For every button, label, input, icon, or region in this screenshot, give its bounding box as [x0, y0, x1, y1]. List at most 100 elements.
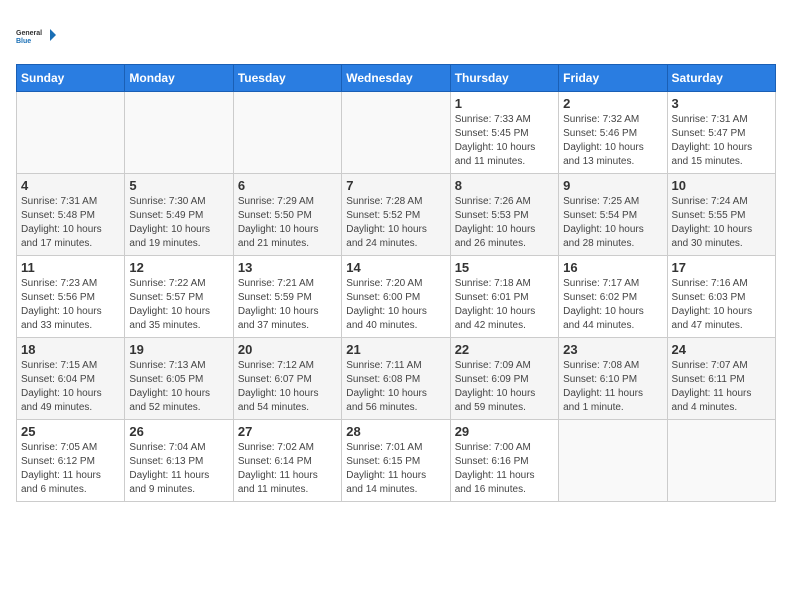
day-number: 23 — [563, 342, 662, 357]
week-row-1: 1 Sunrise: 7:33 AM Sunset: 5:45 PM Daylig… — [17, 92, 776, 174]
day-number: 16 — [563, 260, 662, 275]
day-info: Sunrise: 7:00 AM Sunset: 6:16 PM Dayligh… — [455, 441, 554, 497]
day-info: Sunrise: 7:23 AM Sunset: 5:56 PM Dayligh… — [21, 277, 120, 333]
day-number: 15 — [455, 260, 554, 275]
calendar-cell: 14 Sunrise: 7:20 AM Sunset: 6:00 PM Dayli… — [342, 256, 450, 338]
day-info: Sunrise: 7:30 AM Sunset: 5:49 PM Dayligh… — [129, 195, 228, 251]
day-number: 29 — [455, 424, 554, 439]
svg-text:General: General — [16, 30, 42, 37]
day-info: Sunrise: 7:11 AM Sunset: 6:08 PM Dayligh… — [346, 359, 445, 415]
day-info: Sunrise: 7:09 AM Sunset: 6:09 PM Dayligh… — [455, 359, 554, 415]
weekday-header-friday: Friday — [559, 65, 667, 92]
calendar-cell: 27 Sunrise: 7:02 AM Sunset: 6:14 PM Dayli… — [233, 420, 341, 502]
day-info: Sunrise: 7:25 AM Sunset: 5:54 PM Dayligh… — [563, 195, 662, 251]
day-info: Sunrise: 7:17 AM Sunset: 6:02 PM Dayligh… — [563, 277, 662, 333]
calendar-cell: 7Sunrise: 7:28 AM Sunset: 5:52 PM Daylig… — [342, 174, 450, 256]
day-info: Sunrise: 7:04 AM Sunset: 6:13 PM Dayligh… — [129, 441, 228, 497]
day-info: Sunrise: 7:15 AM Sunset: 6:04 PM Dayligh… — [21, 359, 120, 415]
calendar-cell: 5Sunrise: 7:30 AM Sunset: 5:49 PM Daylig… — [125, 174, 233, 256]
weekday-header-wednesday: Wednesday — [342, 65, 450, 92]
calendar-cell: 8 Sunrise: 7:26 AM Sunset: 5:53 PM Daylig… — [450, 174, 558, 256]
day-number: 4 — [21, 178, 120, 193]
calendar-cell: 1 Sunrise: 7:33 AM Sunset: 5:45 PM Daylig… — [450, 92, 558, 174]
day-info: Sunrise: 7:08 AM Sunset: 6:10 PM Dayligh… — [563, 359, 662, 415]
day-info: Sunrise: 7:32 AM Sunset: 5:46 PM Dayligh… — [563, 113, 662, 169]
calendar-cell: 22 Sunrise: 7:09 AM Sunset: 6:09 PM Dayli… — [450, 338, 558, 420]
day-number: 27 — [238, 424, 337, 439]
calendar-cell: 23 Sunrise: 7:08 AM Sunset: 6:10 PM Dayli… — [559, 338, 667, 420]
day-info: Sunrise: 7:02 AM Sunset: 6:14 PM Dayligh… — [238, 441, 337, 497]
calendar-cell: 28 Sunrise: 7:01 AM Sunset: 6:15 PM Dayli… — [342, 420, 450, 502]
day-info: Sunrise: 7:18 AM Sunset: 6:01 PM Dayligh… — [455, 277, 554, 333]
day-info: Sunrise: 7:21 AM Sunset: 5:59 PM Dayligh… — [238, 277, 337, 333]
calendar-cell: 4 Sunrise: 7:31 AM Sunset: 5:48 PM Daylig… — [17, 174, 125, 256]
calendar-cell — [342, 92, 450, 174]
day-info: Sunrise: 7:20 AM Sunset: 6:00 PM Dayligh… — [346, 277, 445, 333]
calendar-cell: 11 Sunrise: 7:23 AM Sunset: 5:56 PM Dayli… — [17, 256, 125, 338]
calendar-cell: 6 Sunrise: 7:29 AM Sunset: 5:50 PM Daylig… — [233, 174, 341, 256]
day-info: Sunrise: 7:07 AM Sunset: 6:11 PM Dayligh… — [672, 359, 771, 415]
calendar-cell: 21 Sunrise: 7:11 AM Sunset: 6:08 PM Dayli… — [342, 338, 450, 420]
logo-svg: General Blue — [16, 16, 56, 56]
day-number: 9 — [563, 178, 662, 193]
calendar-cell: 16 Sunrise: 7:17 AM Sunset: 6:02 PM Dayli… — [559, 256, 667, 338]
calendar-cell — [233, 92, 341, 174]
day-number: 24 — [672, 342, 771, 357]
page-header: General Blue — [16, 16, 776, 56]
day-number: 28 — [346, 424, 445, 439]
calendar-cell: 15 Sunrise: 7:18 AM Sunset: 6:01 PM Dayli… — [450, 256, 558, 338]
day-number: 13 — [238, 260, 337, 275]
day-number: 6 — [238, 178, 337, 193]
day-number: 1 — [455, 96, 554, 111]
day-number: 8 — [455, 178, 554, 193]
calendar-cell: 10 Sunrise: 7:24 AM Sunset: 5:55 PM Dayli… — [667, 174, 775, 256]
calendar-cell: 18Sunrise: 7:15 AM Sunset: 6:04 PM Dayli… — [17, 338, 125, 420]
calendar-cell: 13 Sunrise: 7:21 AM Sunset: 5:59 PM Dayli… — [233, 256, 341, 338]
calendar-cell: 19Sunrise: 7:13 AM Sunset: 6:05 PM Dayli… — [125, 338, 233, 420]
week-row-4: 18Sunrise: 7:15 AM Sunset: 6:04 PM Dayli… — [17, 338, 776, 420]
day-number: 22 — [455, 342, 554, 357]
day-info: Sunrise: 7:24 AM Sunset: 5:55 PM Dayligh… — [672, 195, 771, 251]
calendar-cell: 29 Sunrise: 7:00 AM Sunset: 6:16 PM Dayli… — [450, 420, 558, 502]
day-number: 21 — [346, 342, 445, 357]
weekday-header-monday: Monday — [125, 65, 233, 92]
calendar-table: SundayMondayTuesdayWednesdayThursdayFrid… — [16, 64, 776, 502]
calendar-cell: 25Sunrise: 7:05 AM Sunset: 6:12 PM Dayli… — [17, 420, 125, 502]
day-number: 26 — [129, 424, 228, 439]
calendar-cell — [667, 420, 775, 502]
calendar-cell: 3Sunrise: 7:31 AM Sunset: 5:47 PM Daylig… — [667, 92, 775, 174]
day-number: 10 — [672, 178, 771, 193]
day-info: Sunrise: 7:22 AM Sunset: 5:57 PM Dayligh… — [129, 277, 228, 333]
day-number: 11 — [21, 260, 120, 275]
day-info: Sunrise: 7:16 AM Sunset: 6:03 PM Dayligh… — [672, 277, 771, 333]
day-number: 20 — [238, 342, 337, 357]
weekday-header-sunday: Sunday — [17, 65, 125, 92]
day-number: 17 — [672, 260, 771, 275]
day-info: Sunrise: 7:29 AM Sunset: 5:50 PM Dayligh… — [238, 195, 337, 251]
calendar-cell — [125, 92, 233, 174]
day-info: Sunrise: 7:12 AM Sunset: 6:07 PM Dayligh… — [238, 359, 337, 415]
day-number: 3 — [672, 96, 771, 111]
day-number: 12 — [129, 260, 228, 275]
day-info: Sunrise: 7:33 AM Sunset: 5:45 PM Dayligh… — [455, 113, 554, 169]
calendar-cell: 26 Sunrise: 7:04 AM Sunset: 6:13 PM Dayli… — [125, 420, 233, 502]
weekday-header-tuesday: Tuesday — [233, 65, 341, 92]
day-number: 2 — [563, 96, 662, 111]
weekday-header-thursday: Thursday — [450, 65, 558, 92]
day-info: Sunrise: 7:01 AM Sunset: 6:15 PM Dayligh… — [346, 441, 445, 497]
week-row-3: 11 Sunrise: 7:23 AM Sunset: 5:56 PM Dayli… — [17, 256, 776, 338]
calendar-cell: 9 Sunrise: 7:25 AM Sunset: 5:54 PM Daylig… — [559, 174, 667, 256]
day-info: Sunrise: 7:13 AM Sunset: 6:05 PM Dayligh… — [129, 359, 228, 415]
day-info: Sunrise: 7:31 AM Sunset: 5:48 PM Dayligh… — [21, 195, 120, 251]
day-number: 25 — [21, 424, 120, 439]
calendar-cell: 17 Sunrise: 7:16 AM Sunset: 6:03 PM Dayli… — [667, 256, 775, 338]
day-info: Sunrise: 7:26 AM Sunset: 5:53 PM Dayligh… — [455, 195, 554, 251]
day-number: 14 — [346, 260, 445, 275]
weekday-header-row: SundayMondayTuesdayWednesdayThursdayFrid… — [17, 65, 776, 92]
logo: General Blue — [16, 16, 56, 56]
svg-text:Blue: Blue — [16, 38, 31, 45]
week-row-5: 25Sunrise: 7:05 AM Sunset: 6:12 PM Dayli… — [17, 420, 776, 502]
weekday-header-saturday: Saturday — [667, 65, 775, 92]
calendar-cell: 20 Sunrise: 7:12 AM Sunset: 6:07 PM Dayli… — [233, 338, 341, 420]
calendar-cell: 12 Sunrise: 7:22 AM Sunset: 5:57 PM Dayli… — [125, 256, 233, 338]
